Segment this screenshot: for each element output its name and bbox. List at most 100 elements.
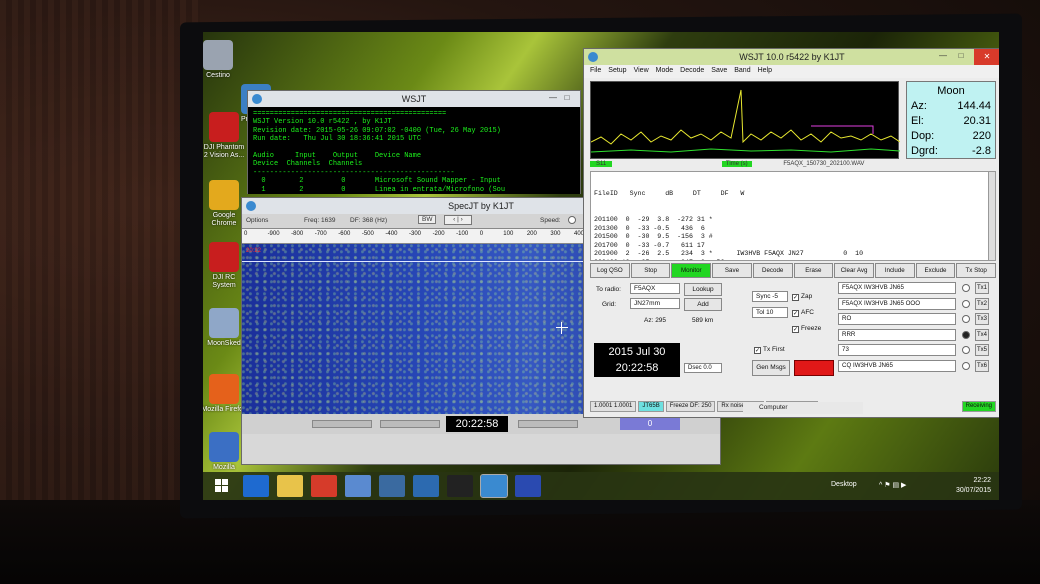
tx-send-button[interactable]: Tx6 [975,359,989,372]
menu-item-setup[interactable]: Setup [608,67,626,76]
decode-line: 201100 0 -29 3.8 -272 31 * [594,215,713,223]
exclude-button[interactable]: Exclude [915,263,956,278]
decode-scrollbar[interactable] [988,171,996,261]
contrast-slider[interactable] [380,420,440,428]
log-qso-button[interactable]: Log QSO [590,263,630,278]
wsjt-main-window[interactable]: WSJT 10.0 r5422 by K1JT — □ ✕ File Setup V… [583,48,999,418]
tx-message-field[interactable]: 73 [838,344,956,356]
chrome-icon [209,180,239,210]
control-button-row: Log QSO Stop Monitor Save Decode Erase Clear A… [590,263,997,278]
speed-radio[interactable] [568,216,576,224]
zap-checkbox[interactable]: ✓ Zap [792,293,812,301]
tx-send-button[interactable]: Tx3 [975,313,989,325]
menu-item-mode[interactable]: Mode [656,67,674,76]
app-taskbar-icon-2[interactable] [379,475,405,497]
tx-send-button[interactable]: Tx2 [975,297,989,310]
moon-row: Az: 144.44 [911,99,991,114]
include-button[interactable]: Include [874,263,915,278]
tx-select-radio[interactable] [962,361,970,370]
menu-item-save[interactable]: Save [711,67,727,76]
stop-button[interactable]: Stop [630,263,671,278]
moon-value: -2.8 [972,145,991,157]
status-segment: 1.0001 1.0001 [590,401,637,412]
app-taskbar-icon-3[interactable] [413,475,439,497]
tx-message-field[interactable]: F5AQX IW3HVB JN65 [838,282,956,294]
maximize-icon[interactable]: □ [956,51,966,61]
file-explorer-icon[interactable] [277,475,303,497]
minimize-icon[interactable]: — [548,93,558,103]
decoded-text-area[interactable]: FileID Sync dB DT DF W 201100 0 -29 3.8 … [590,171,990,261]
firefox-icon [209,374,239,404]
specjt-taskbar-icon[interactable] [515,475,541,497]
tray-icons[interactable]: ^ ⚑ ▤ ▶ [879,481,906,489]
menu-item-band[interactable]: Band [734,67,750,76]
main-titlebar[interactable]: WSJT 10.0 r5422 by K1JT — □ ✕ [584,49,999,65]
tx-message-field[interactable]: RO [838,313,956,325]
to-radio-field[interactable]: F5AQX [630,283,680,294]
tx-select-radio[interactable] [962,315,970,323]
maximize-icon[interactable]: □ [562,93,572,103]
tx-select-radio[interactable] [962,330,970,339]
console-taskbar-icon[interactable] [447,475,473,497]
tx-message-field[interactable]: F5AQX IW3HVB JN65 OOO [838,297,956,310]
freq-scroll-control[interactable]: ‹ | › [444,215,472,225]
freeze-checkbox[interactable]: ✓ Freeze [792,325,821,333]
moon-value: 20.31 [963,115,991,127]
tx-stop-button[interactable]: Tx Stop [956,263,997,278]
start-button-icon[interactable] [209,475,235,497]
grid-field[interactable]: JN27mm [630,298,680,309]
tx-select-radio[interactable] [962,346,970,354]
menu-item-file[interactable]: File [590,67,601,76]
save-button[interactable]: Save [712,263,752,278]
wav-file-name: F5AQX_150730_202100.WAV [783,161,865,167]
app-taskbar-icon-1[interactable] [345,475,371,497]
system-clock[interactable]: 22:22 30/07/2015 [956,476,991,496]
wsjt-taskbar-icon[interactable] [480,474,508,498]
console-line: Revision date: 2015-05-26 09:07:02 -0400… [253,126,501,135]
add-button[interactable]: Add [684,298,722,311]
tx-send-button[interactable]: Tx1 [975,282,989,294]
menu-item-decode[interactable]: Decode [680,67,704,76]
tol-spinner[interactable]: Tol 10 [752,307,788,318]
bw-button[interactable]: BW [418,215,437,224]
tx-enable-button[interactable] [794,360,834,376]
dsec-field[interactable]: Dsec 0.0 [684,363,722,373]
tx-send-button[interactable]: Tx5 [975,344,989,356]
scale-tick-label: -300 [409,231,422,237]
menu-item-help[interactable]: Help [758,67,772,76]
clear-avg-button[interactable]: Clear Avg [834,263,874,278]
desktop-shortcut[interactable]: DJI Phantom 2 Vision As... [203,112,247,160]
brightness-slider[interactable] [312,420,372,428]
internet-explorer-icon[interactable] [243,475,269,497]
scale-tick-label: -100 [456,231,469,237]
tx-select-radio[interactable] [962,284,970,292]
afc-checkbox[interactable]: ✓ AFC [792,309,814,317]
moon-heading: Moon [937,85,965,97]
chrome-taskbar-icon[interactable] [311,475,337,497]
desktop-shortcut-label: Cestino [206,72,230,79]
explorer-partial-label[interactable]: Computer [743,402,863,414]
wsjt-console-window[interactable]: WSJT — □ ===============================… [247,90,581,194]
zero-slider[interactable] [518,420,578,428]
gen-msgs-button[interactable]: Gen Msgs [752,360,790,376]
console-line: ========================================… [253,110,447,118]
monitor-button[interactable]: Monitor [671,263,712,278]
sync-spinner[interactable]: Sync -5 [752,291,788,302]
close-icon[interactable]: ✕ [974,49,999,65]
console-titlebar[interactable]: WSJT — □ [248,91,580,107]
tx-message-field[interactable]: CQ IW3HVB JN65 [838,359,956,372]
tx-send-button[interactable]: Tx4 [975,328,989,341]
erase-button[interactable]: Erase [793,263,834,278]
tx-select-radio[interactable] [962,299,970,308]
wsjt-app-icon [588,52,598,62]
tx-first-checkbox[interactable]: ✓ Tx First [754,346,785,354]
minimize-icon[interactable]: — [938,51,948,61]
options-menu[interactable]: Options [246,217,268,224]
menu-item-view[interactable]: View [634,67,649,76]
moon-key: Az: [911,100,927,112]
decode-button[interactable]: Decode [752,263,793,278]
desktop-shortcut[interactable]: Cestino [203,40,241,80]
desktop-toolbar-label[interactable]: Desktop [831,481,857,488]
tx-message-field[interactable]: RRR [838,328,956,341]
lookup-button[interactable]: Lookup [684,283,722,296]
